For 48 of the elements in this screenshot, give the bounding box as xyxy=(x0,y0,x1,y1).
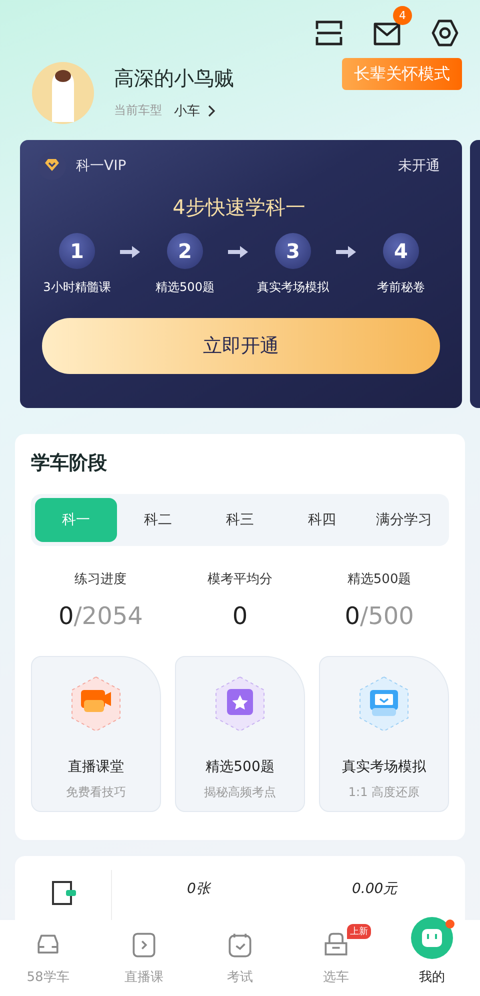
stat-label: 练习进度 xyxy=(74,571,127,588)
arrow-right-icon xyxy=(120,245,142,259)
scan-icon[interactable] xyxy=(314,18,344,48)
feature-subtitle: 揭秘高频考点 xyxy=(204,784,276,801)
step-label: 精选500题 xyxy=(156,279,214,296)
feature-title: 真实考场模拟 xyxy=(342,758,426,776)
step-number: 3 xyxy=(275,233,311,269)
feature-title: 直播课堂 xyxy=(68,758,124,776)
car-type-label: 当前车型 xyxy=(114,102,162,119)
section-title: 学车阶段 xyxy=(31,451,108,476)
nav-tab[interactable]: 上新 选车 xyxy=(288,920,384,996)
vip-label: 科一VIP xyxy=(76,157,126,175)
feature-card[interactable]: 真实考场模拟 1:1 高度还原 xyxy=(319,656,449,812)
notification-badge: 4 xyxy=(393,6,412,25)
step-number: 1 xyxy=(59,233,95,269)
chevron-right-icon xyxy=(208,104,216,116)
wallet-icon xyxy=(50,878,78,906)
user-name: 高深的小鸟贼 xyxy=(114,64,234,92)
step-label: 真实考场模拟 xyxy=(257,279,329,296)
arrow-right-icon xyxy=(228,245,250,259)
stat-value: 0/2054 xyxy=(58,602,143,630)
activate-button[interactable]: 立即开通 xyxy=(42,318,440,374)
step-number: 2 xyxy=(167,233,203,269)
subject-tab[interactable]: 科二 xyxy=(117,498,199,542)
feature-subtitle: 1:1 高度还原 xyxy=(348,784,420,801)
settings-icon[interactable] xyxy=(430,18,460,48)
step-label: 考前秘卷 xyxy=(377,279,425,296)
step-label: 3小时精髓课 xyxy=(43,279,111,296)
stat-label: 模考平均分 xyxy=(207,571,272,588)
subject-tab[interactable]: 科三 xyxy=(199,498,281,542)
new-badge: 上新 xyxy=(347,924,371,939)
nav-tab[interactable]: 我的 xyxy=(384,920,480,996)
feature-card[interactable]: 直播课堂 免费看技巧 xyxy=(31,656,161,812)
car-type-link[interactable]: 小车 xyxy=(170,100,220,122)
balance-amount: 0.00元 xyxy=(352,880,398,898)
feature-card[interactable]: 精选500题 揭秘高频考点 xyxy=(175,656,305,812)
coupon-count: 0张 xyxy=(187,880,210,898)
stat-value: 0 xyxy=(232,602,248,630)
feature-subtitle: 免费看技巧 xyxy=(66,784,126,801)
stat-label: 精选500题 xyxy=(347,571,412,588)
subject-tab[interactable]: 科四 xyxy=(281,498,363,542)
arrow-right-icon xyxy=(336,245,358,259)
vip-title: 4步快速学科一 xyxy=(172,194,306,221)
stat-value: 0/500 xyxy=(344,602,414,630)
feature-title: 精选500题 xyxy=(206,758,274,776)
step-number: 4 xyxy=(383,233,419,269)
vip-status: 未开通 xyxy=(398,157,440,175)
subject-tab[interactable]: 满分学习 xyxy=(363,498,445,542)
